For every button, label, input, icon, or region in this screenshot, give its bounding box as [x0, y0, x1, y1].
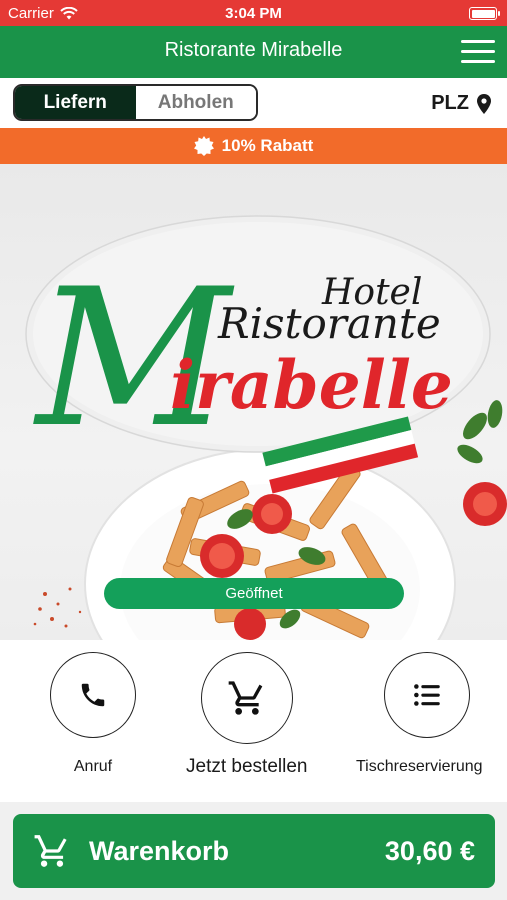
- location-pin-icon: [477, 93, 491, 114]
- cart-total: 30,60 €: [384, 835, 475, 866]
- quick-actions: Anruf Jetzt bestellen Tischreservierung: [0, 640, 507, 802]
- logo-ristorante-text: Ristorante: [218, 299, 441, 348]
- table-reservation-label: Tischreservierung: [356, 758, 483, 775]
- open-status-badge: Geöffnet: [104, 578, 404, 609]
- cart-label: Warenkorb: [89, 835, 230, 866]
- call-button[interactable]: [50, 652, 136, 738]
- discount-text: 10% Rabatt: [221, 136, 314, 155]
- battery-icon: [469, 7, 500, 20]
- list-icon: [413, 684, 440, 706]
- order-now-label: Jetzt bestellen: [186, 756, 308, 777]
- discount-banner: 10% Rabatt: [0, 128, 507, 164]
- badge-icon: [193, 136, 214, 156]
- call-label: Anruf: [73, 758, 113, 775]
- status-time: 3:04 PM: [225, 5, 282, 22]
- cart-icon: [228, 681, 263, 715]
- logo: Hotel Ristorante M irabelle: [0, 164, 507, 504]
- table-reservation-action[interactable]: Tischreservierung: [356, 652, 483, 776]
- order-mode-toggle: Liefern Abholen: [13, 84, 258, 121]
- toggle-pickup[interactable]: Abholen: [135, 86, 256, 119]
- logo-name-text: irabelle: [170, 346, 453, 424]
- toggle-deliver[interactable]: Liefern: [15, 86, 136, 119]
- cart-footer: Warenkorb 30,60 €: [0, 802, 507, 900]
- postcode-button[interactable]: PLZ: [431, 92, 491, 115]
- order-now-button[interactable]: [200, 652, 293, 744]
- status-bar: Carrier 3:04 PM: [0, 0, 507, 26]
- app-header: Ristorante Mirabelle: [0, 26, 507, 78]
- postcode-label: PLZ: [431, 92, 469, 114]
- hero-banner: Hotel Ristorante M irabelle Geöffnet: [0, 164, 507, 640]
- phone-icon: [81, 683, 105, 707]
- table-reservation-button[interactable]: [383, 652, 470, 738]
- page-title: Ristorante Mirabelle: [164, 39, 343, 61]
- call-action[interactable]: Anruf: [50, 652, 136, 776]
- order-mode-bar: Liefern Abholen PLZ: [0, 78, 507, 128]
- order-now-action[interactable]: Jetzt bestellen: [186, 652, 307, 778]
- hamburger-menu-icon[interactable]: [461, 40, 495, 64]
- cart-icon: [34, 835, 67, 867]
- cart-button[interactable]: Warenkorb 30,60 €: [13, 814, 495, 888]
